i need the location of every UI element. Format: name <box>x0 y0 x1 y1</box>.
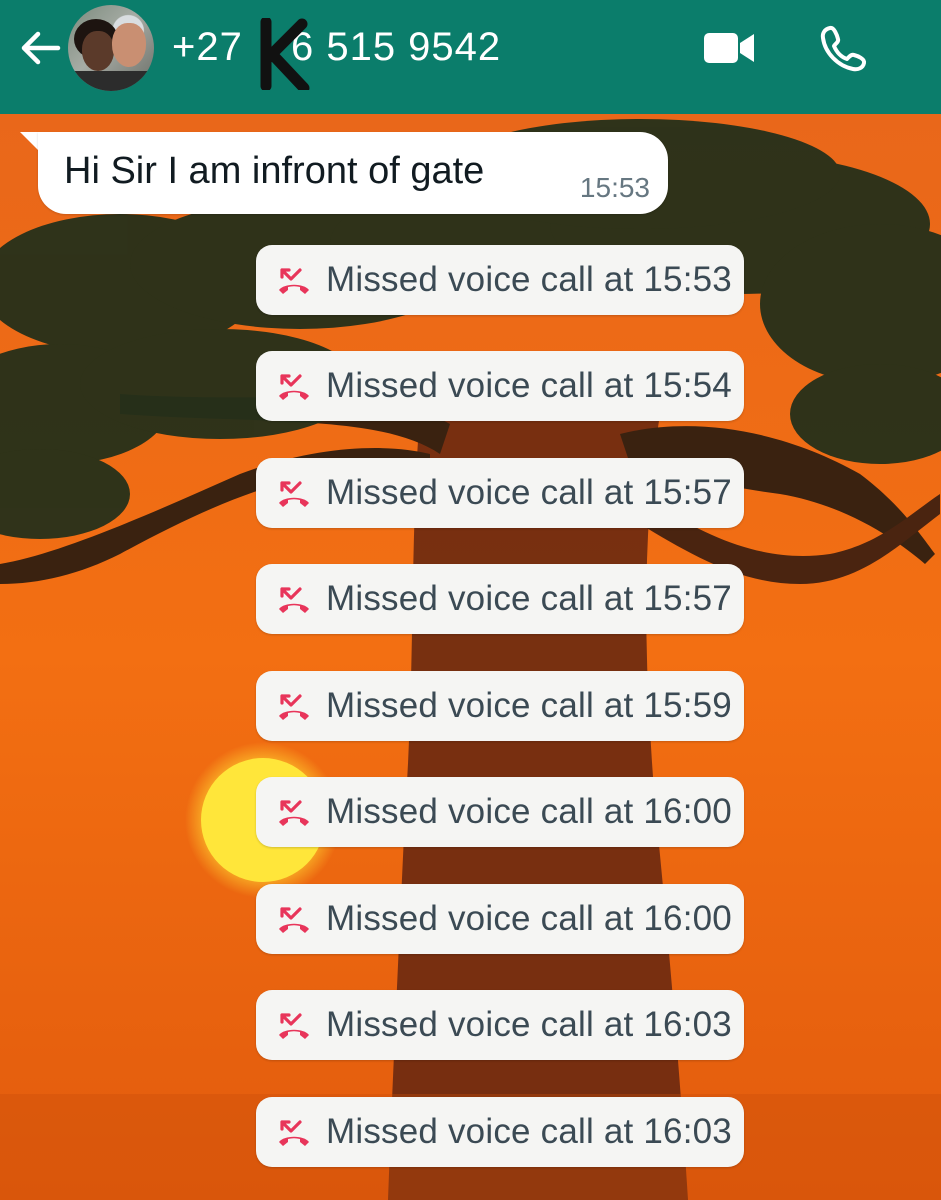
missed-call-label: Missed voice call at 16:03 <box>326 1112 732 1151</box>
missed-call-pill[interactable]: Missed voice call at 15:54 <box>256 351 744 421</box>
missed-call-label: Missed voice call at 15:57 <box>326 473 732 512</box>
phone-icon[interactable] <box>820 24 868 72</box>
missed-call-icon <box>279 694 309 720</box>
contact-name[interactable]: +27 6 515 9542 <box>172 22 501 72</box>
missed-call-label: Missed voice call at 15:53 <box>326 260 732 299</box>
missed-call-icon <box>279 481 309 507</box>
message-time: 15:53 <box>579 172 650 203</box>
contact-name-prefix: +27 <box>172 25 255 69</box>
incoming-message-bubble[interactable]: Hi Sir I am infront of gate 15:53 <box>38 132 668 214</box>
message-text: Hi Sir I am infront of gate <box>64 150 485 192</box>
missed-call-pill[interactable]: Missed voice call at 16:00 <box>256 777 744 847</box>
missed-call-pill[interactable]: Missed voice call at 16:00 <box>256 884 744 954</box>
missed-call-icon <box>279 587 309 613</box>
missed-call-label: Missed voice call at 16:03 <box>326 1005 732 1044</box>
missed-call-label: Missed voice call at 15:57 <box>326 579 732 618</box>
missed-call-pill[interactable]: Missed voice call at 15:57 <box>256 564 744 634</box>
missed-call-pill[interactable]: Missed voice call at 15:59 <box>256 671 744 741</box>
missed-call-pill[interactable]: Missed voice call at 15:57 <box>256 458 744 528</box>
video-camera-icon[interactable] <box>702 28 756 68</box>
missed-call-icon <box>279 907 309 933</box>
contact-name-suffix: 6 515 9542 <box>290 25 502 69</box>
missed-call-icon <box>279 1120 309 1146</box>
missed-call-icon <box>279 268 309 294</box>
contact-avatar[interactable] <box>68 5 154 91</box>
missed-call-label: Missed voice call at 15:59 <box>326 686 732 725</box>
missed-call-icon <box>279 374 309 400</box>
missed-call-label: Missed voice call at 15:54 <box>326 366 732 405</box>
missed-call-pill[interactable]: Missed voice call at 15:53 <box>256 245 744 315</box>
missed-call-label: Missed voice call at 16:00 <box>326 899 732 938</box>
redaction-scribble <box>260 18 310 90</box>
missed-call-label: Missed voice call at 16:00 <box>326 792 732 831</box>
missed-call-icon <box>279 800 309 826</box>
missed-call-pill[interactable]: Missed voice call at 16:03 <box>256 1097 744 1167</box>
arrow-left-icon[interactable] <box>18 26 62 70</box>
missed-call-pill[interactable]: Missed voice call at 16:03 <box>256 990 744 1060</box>
missed-call-icon <box>279 1013 309 1039</box>
chat-header: +27 6 515 9542 <box>0 0 941 114</box>
